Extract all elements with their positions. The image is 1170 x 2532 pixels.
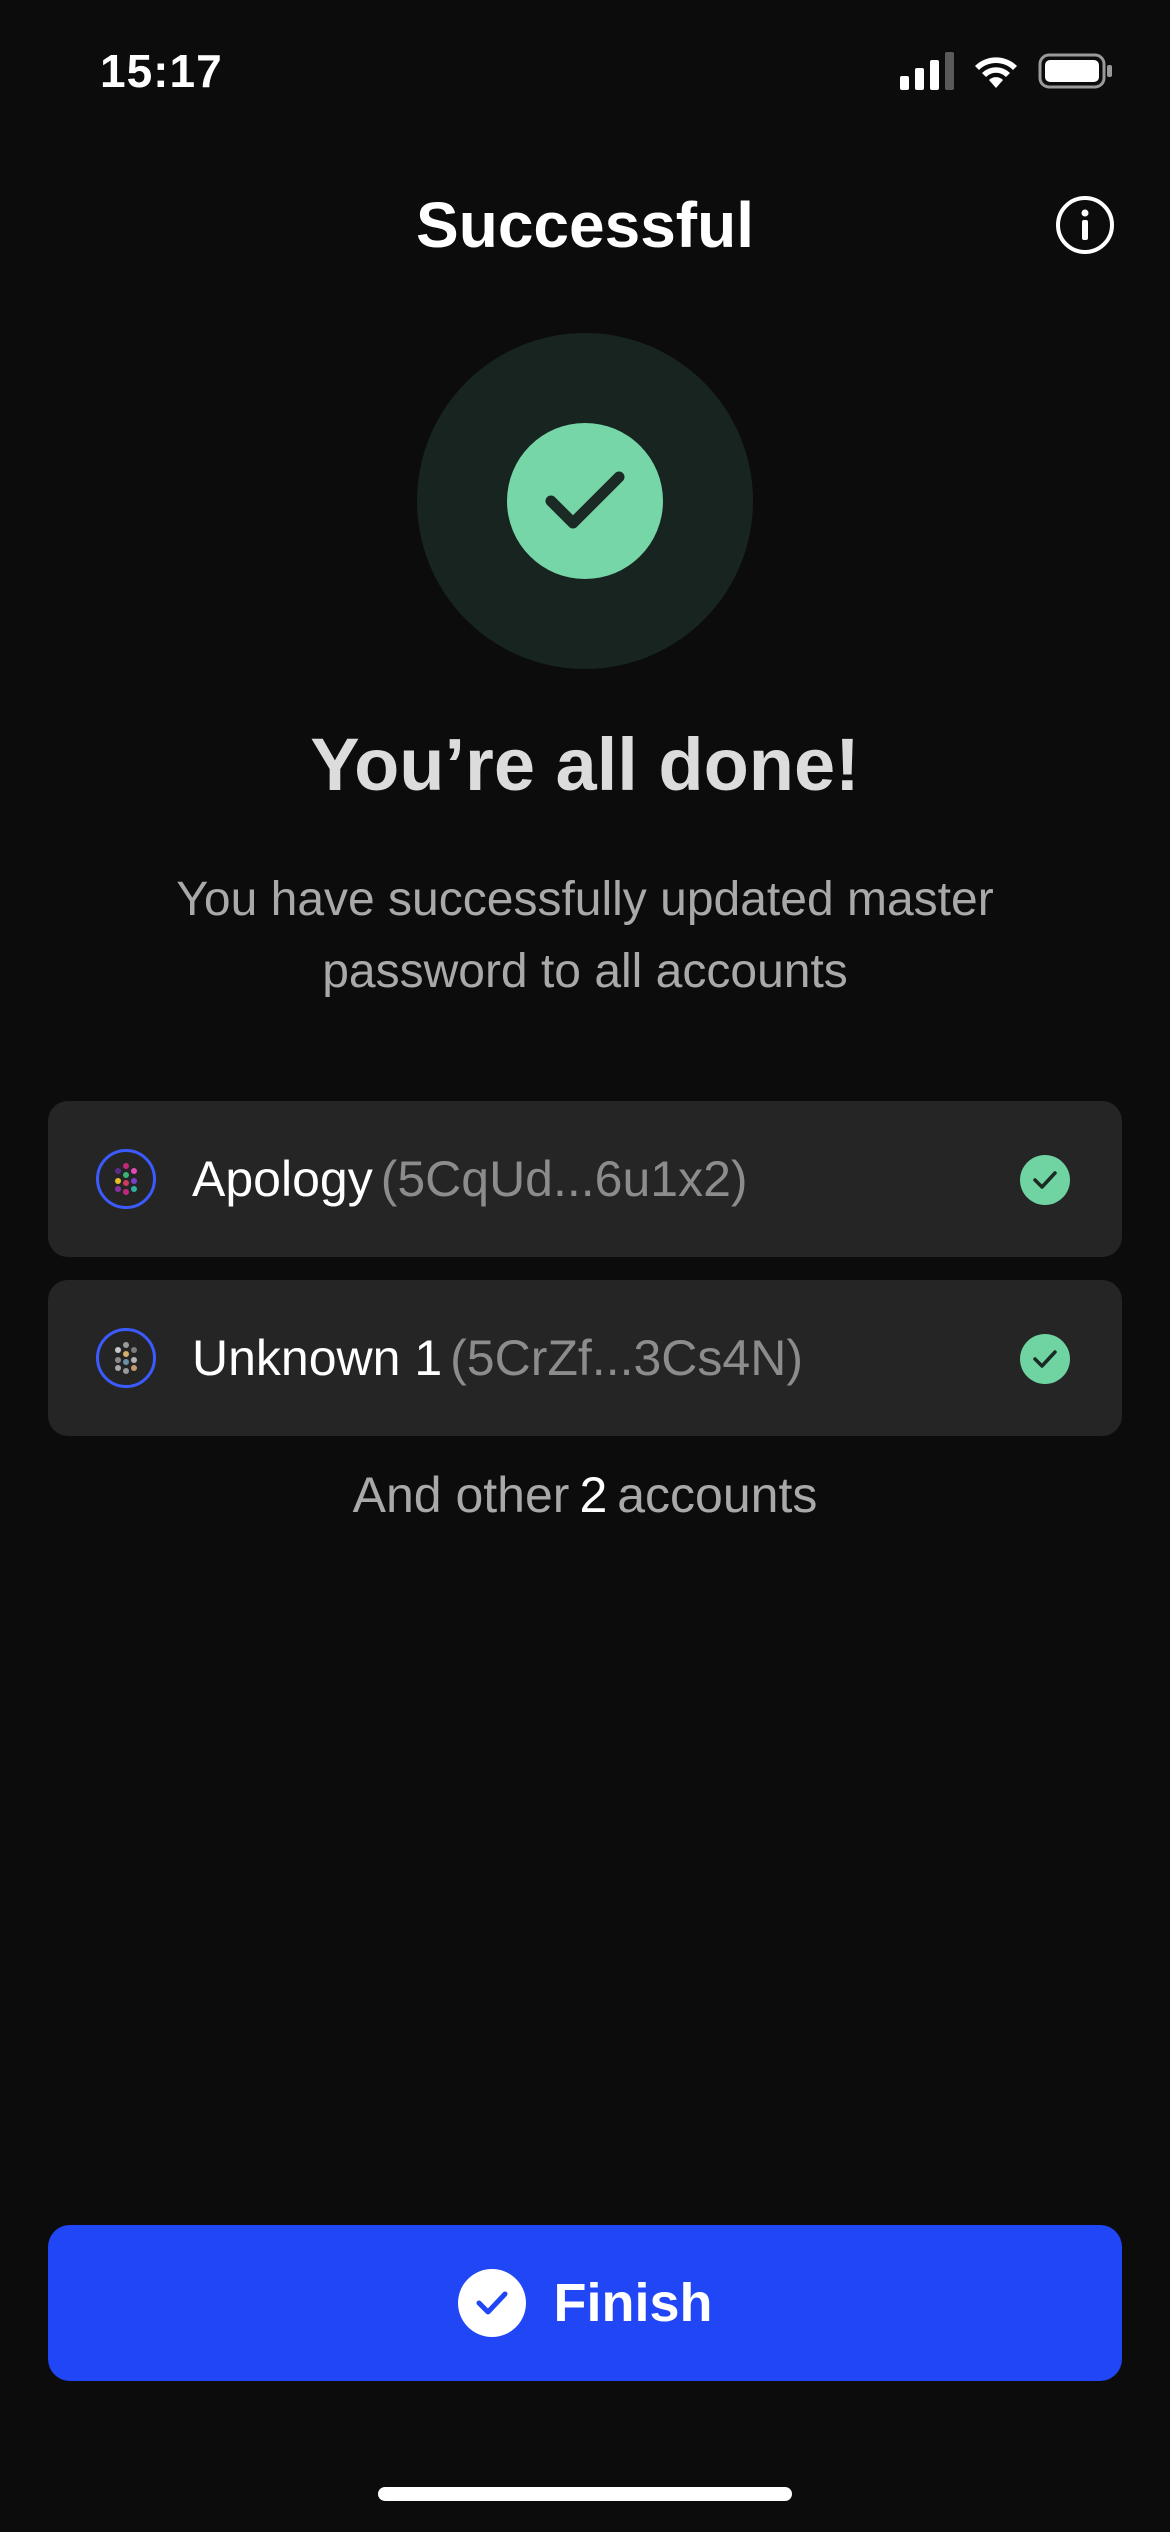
check-circle-icon bbox=[457, 2269, 526, 2337]
other-accounts-note: And other 2 accounts bbox=[0, 1466, 1170, 1524]
identicon-icon bbox=[115, 1163, 137, 1195]
battery-icon bbox=[1038, 53, 1112, 89]
account-name: Apology bbox=[192, 1151, 373, 1207]
other-accounts-suffix: accounts bbox=[617, 1467, 818, 1523]
success-circle bbox=[507, 423, 663, 579]
wifi-icon bbox=[975, 57, 1017, 88]
page-title: Successful bbox=[416, 189, 754, 261]
avatar bbox=[96, 1328, 156, 1388]
info-button[interactable] bbox=[1056, 196, 1114, 254]
other-accounts-prefix: And other bbox=[352, 1467, 570, 1523]
identicon-icon bbox=[115, 1342, 137, 1374]
check-icon bbox=[545, 471, 625, 529]
check-icon bbox=[1033, 1350, 1057, 1368]
account-address: (5CrZf...3Cs4N) bbox=[450, 1330, 803, 1386]
done-description: You have successfully updated master pas… bbox=[176, 873, 994, 998]
account-label: Unknown 1 (5CrZf...3Cs4N) bbox=[192, 1328, 803, 1388]
avatar bbox=[96, 1149, 156, 1209]
finish-label: Finish bbox=[553, 2273, 713, 2333]
status-bar: 15:17 bbox=[0, 0, 1170, 140]
account-address: (5CqUd...6u1x2) bbox=[380, 1151, 748, 1207]
info-icon bbox=[1081, 209, 1089, 240]
account-label: Apology (5CqUd...6u1x2) bbox=[192, 1149, 748, 1209]
signal-icon bbox=[900, 52, 954, 90]
header: Successful bbox=[0, 170, 1170, 280]
account-name: Unknown 1 bbox=[192, 1330, 443, 1386]
status-icons bbox=[900, 52, 1114, 90]
status-check bbox=[1020, 1334, 1070, 1384]
account-card: Unknown 1 (5CrZf...3Cs4N) bbox=[48, 1280, 1122, 1436]
status-check bbox=[1020, 1155, 1070, 1205]
finish-button[interactable]: Finish bbox=[48, 2225, 1122, 2381]
success-halo bbox=[417, 333, 753, 669]
home-indicator[interactable] bbox=[378, 2487, 792, 2501]
account-card: Apology (5CqUd...6u1x2) bbox=[48, 1101, 1122, 1257]
status-time: 15:17 bbox=[100, 45, 223, 97]
other-accounts-count: 2 bbox=[579, 1467, 608, 1523]
check-icon bbox=[1033, 1171, 1057, 1189]
done-title: You’re all done! bbox=[310, 723, 860, 806]
